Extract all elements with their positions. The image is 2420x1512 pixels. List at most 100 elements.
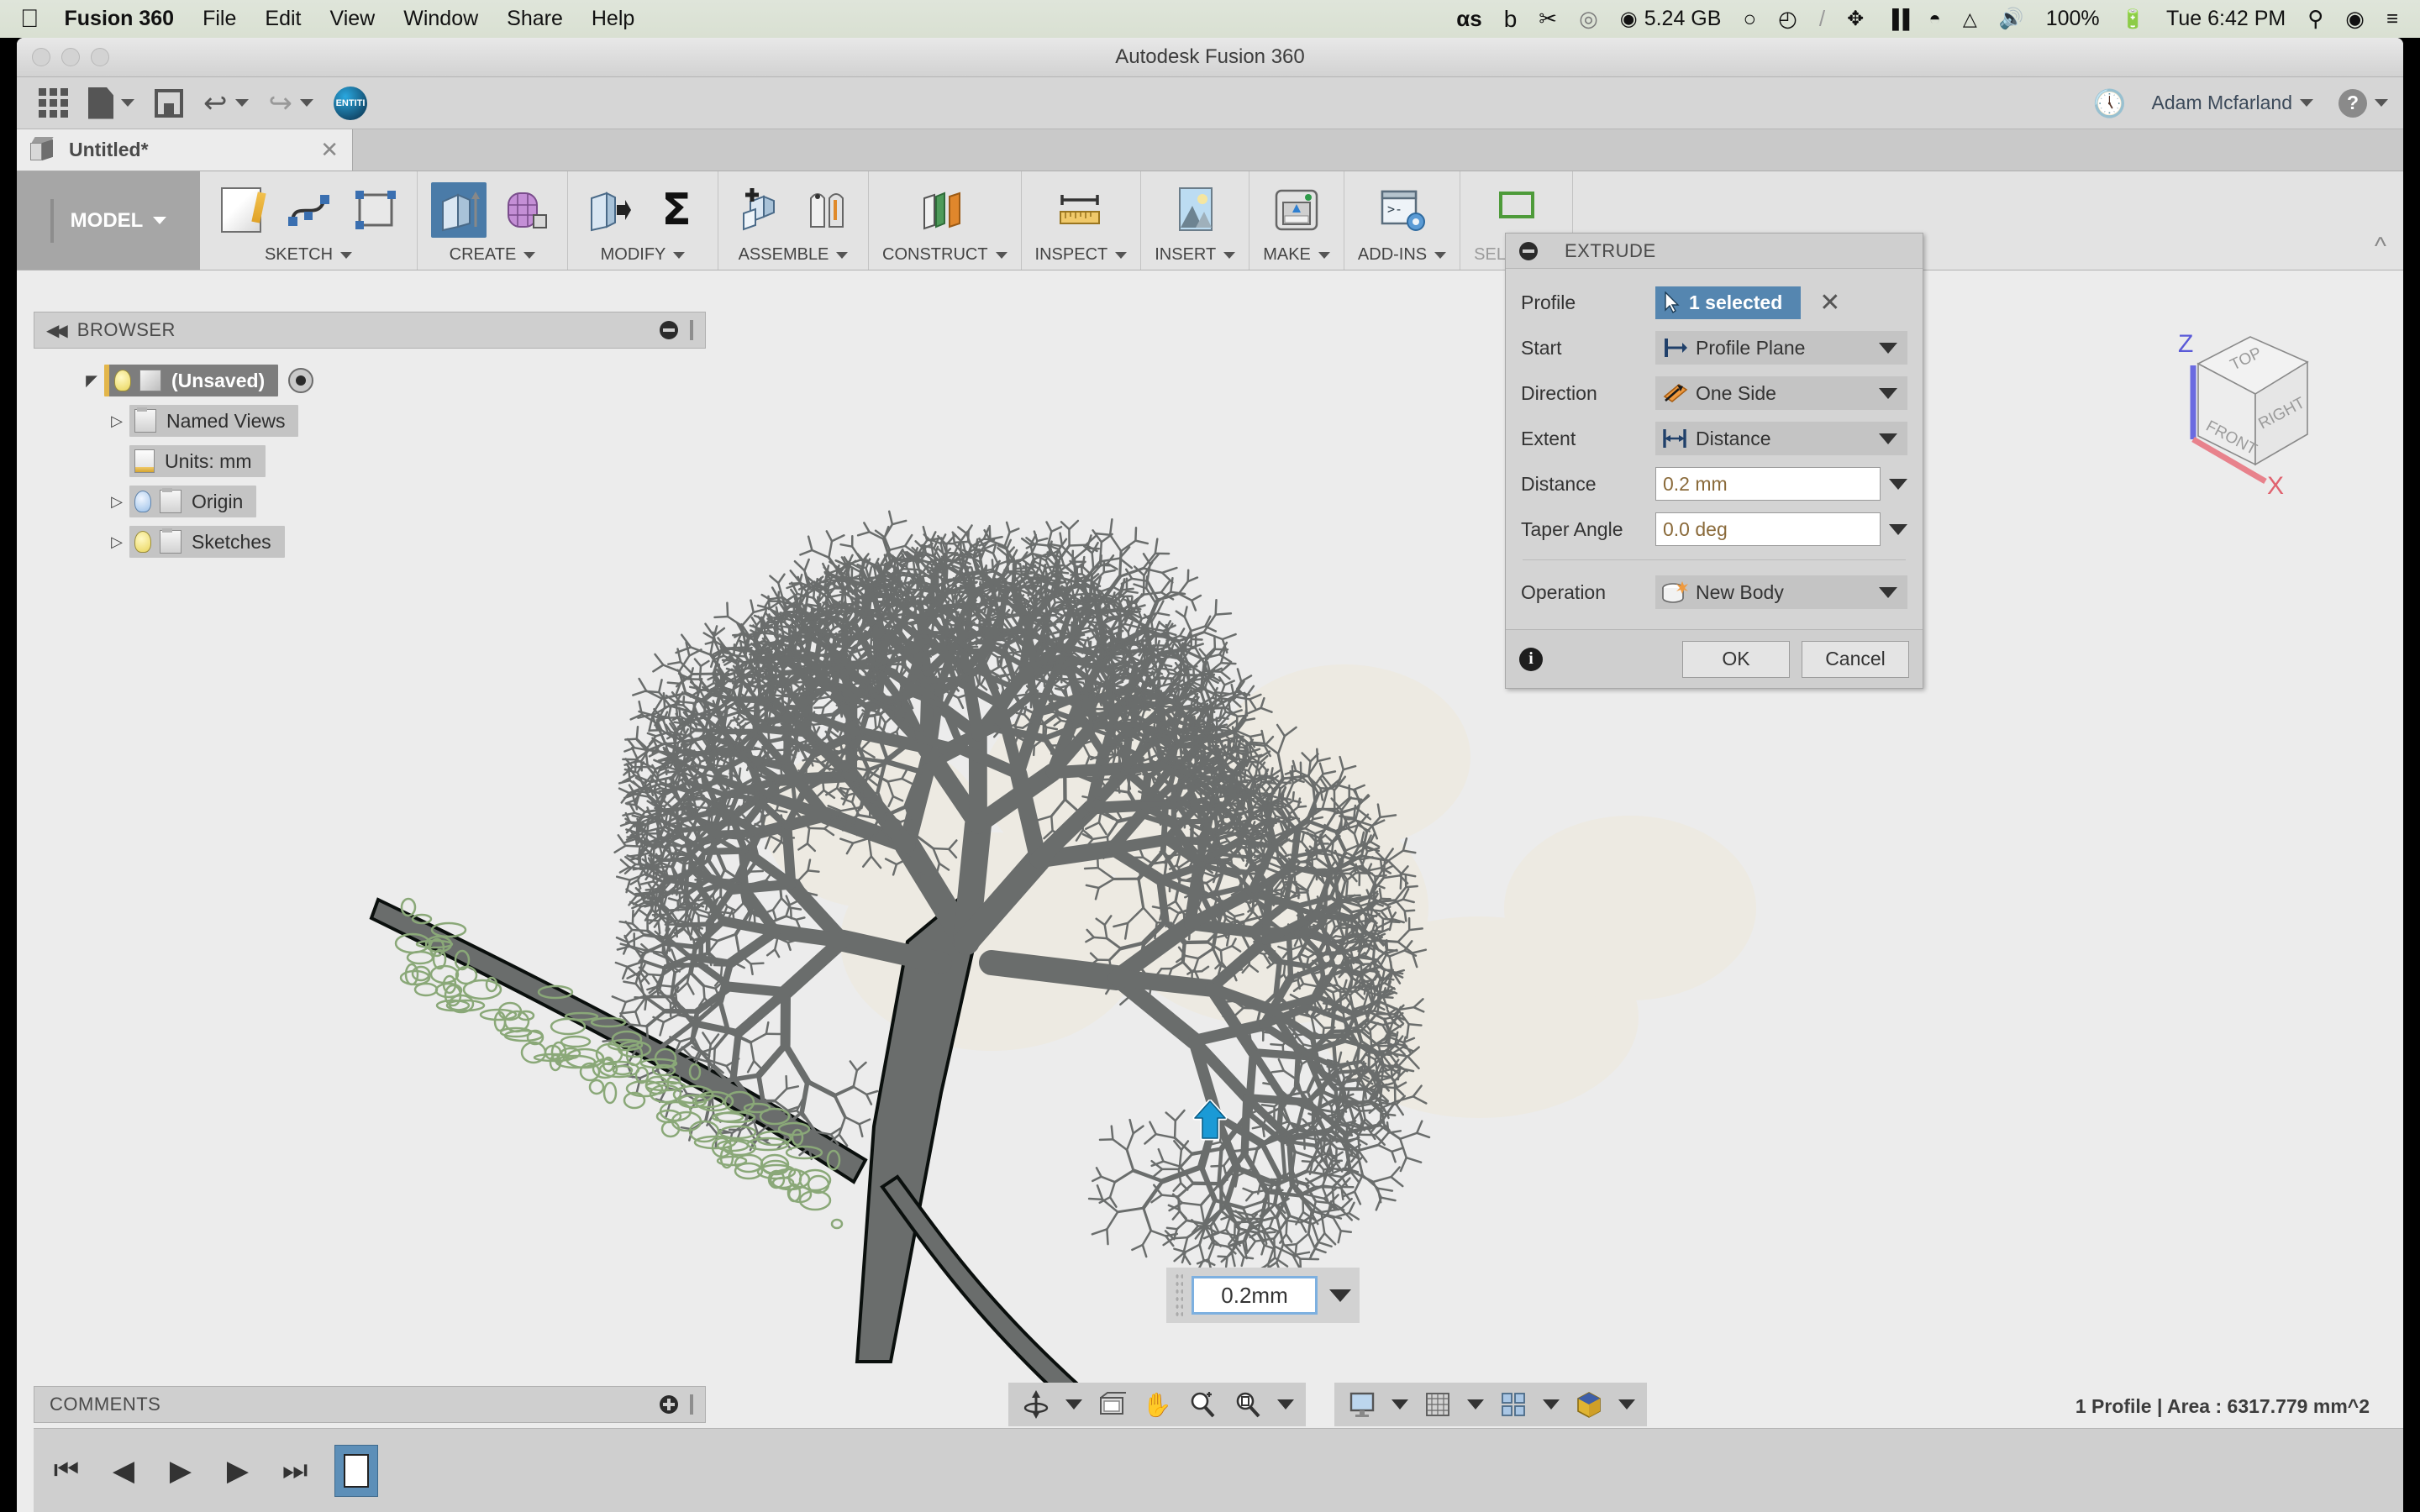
new-component-button[interactable]	[732, 182, 787, 238]
extent-dropdown[interactable]: Distance	[1655, 422, 1907, 455]
insert-canvas-button[interactable]	[1167, 182, 1223, 238]
ribbon-group-label[interactable]: INSERT	[1155, 245, 1236, 265]
airplay-icon[interactable]: △	[1963, 8, 1977, 30]
collapse-ribbon-button[interactable]: ^	[2358, 171, 2403, 270]
extrude-manipulator-arrow[interactable]	[1192, 1100, 1228, 1142]
tree-node-unsaved[interactable]: ◤ (Unsaved)	[34, 360, 706, 401]
ok-button[interactable]: OK	[1682, 640, 1790, 678]
tree-node-sketches[interactable]: ▷ Sketches	[34, 522, 706, 562]
b-icon[interactable]: b	[1504, 6, 1518, 33]
scissors-icon[interactable]: ✂	[1539, 6, 1557, 32]
visibility-lightbulb-icon[interactable]	[114, 370, 131, 391]
extrude-button[interactable]	[431, 182, 487, 238]
disk-usage-status[interactable]: ◉ 5.24 GB	[1620, 7, 1722, 31]
chevron-down-icon[interactable]	[1065, 1399, 1082, 1410]
bluetooth-icon[interactable]: ✥	[1847, 7, 1864, 31]
select-button[interactable]	[1489, 182, 1544, 238]
save-button[interactable]	[145, 81, 193, 126]
os-icon[interactable]: αs	[1456, 6, 1481, 32]
browser-minimize-icon[interactable]	[660, 321, 678, 339]
direction-dropdown[interactable]: One Side	[1655, 376, 1907, 410]
notification-center-icon[interactable]: ≡	[2386, 8, 2398, 31]
redo-button[interactable]: ↪	[259, 81, 324, 126]
job-status-clock-icon[interactable]: 🕔	[2093, 87, 2127, 119]
parameters-button[interactable]: Σ	[649, 182, 704, 238]
swirl-icon[interactable]: ◎	[1579, 6, 1598, 32]
ribbon-group-label[interactable]: ADD-INS	[1358, 245, 1447, 265]
sketch-spline-button[interactable]	[281, 182, 336, 238]
panel-resize-grip[interactable]	[690, 1394, 693, 1415]
menu-share[interactable]: Share	[507, 7, 563, 31]
tree-node-pill[interactable]: Units: mm	[129, 445, 266, 477]
battery-icon[interactable]: 🔋	[2122, 8, 2144, 30]
orbit-icon[interactable]	[1020, 1389, 1052, 1420]
ribbon-group-label[interactable]: CREATE	[450, 245, 536, 265]
tree-node-pill[interactable]: (Unsaved)	[104, 365, 279, 396]
slash-icon[interactable]: /	[1819, 6, 1825, 32]
measure-button[interactable]	[1053, 182, 1108, 238]
cancel-button[interactable]: Cancel	[1802, 640, 1909, 678]
drag-handle-dots[interactable]	[1175, 1273, 1183, 1318]
visibility-lightbulb-icon[interactable]	[134, 531, 151, 553]
timeline-play-button[interactable]: ▶	[163, 1454, 198, 1488]
timeline-step-forward-button[interactable]: ▶	[220, 1454, 255, 1488]
workspace-switcher-model[interactable]: MODEL	[17, 171, 200, 270]
look-at-icon[interactable]	[1096, 1389, 1128, 1420]
profile-selection-badge[interactable]: 1 selected	[1655, 286, 1802, 319]
menu-clock[interactable]: Tue 6:42 PM	[2166, 7, 2286, 31]
grid-snaps-icon[interactable]	[1422, 1389, 1454, 1420]
maximize-window-button[interactable]	[91, 48, 109, 66]
visibility-lightbulb-icon[interactable]	[134, 491, 151, 512]
chevron-down-icon[interactable]	[1329, 1289, 1351, 1302]
component-color-cycling-icon[interactable]	[1573, 1389, 1605, 1420]
menu-window[interactable]: Window	[403, 7, 478, 31]
view-cube[interactable]: Z X TOP FRONT RIGHT	[2143, 322, 2344, 507]
document-tab-untitled[interactable]: Untitled* ✕	[17, 129, 353, 171]
chevron-down-icon[interactable]	[1889, 523, 1907, 535]
close-tab-icon[interactable]: ✕	[320, 137, 339, 163]
menu-file[interactable]: File	[203, 7, 236, 31]
pan-icon[interactable]: ✋	[1141, 1389, 1173, 1420]
tree-node-pill[interactable]: Sketches	[129, 526, 285, 558]
menu-view[interactable]: View	[329, 7, 375, 31]
tree-node-named-views[interactable]: ▷ Named Views	[34, 401, 706, 441]
chevron-down-icon[interactable]	[1618, 1399, 1635, 1410]
file-menu-button[interactable]	[78, 81, 145, 126]
undo-button[interactable]: ↩	[193, 81, 259, 126]
scripts-addins-button[interactable]: >-	[1375, 182, 1430, 238]
account-menu-button[interactable]: Adam Mcfarland	[2152, 92, 2313, 114]
create-form-button[interactable]	[498, 182, 554, 238]
circle-arrow-icon[interactable]: ○	[1743, 6, 1756, 32]
clear-selection-icon[interactable]: ✕	[1819, 288, 1840, 318]
menu-app-name[interactable]: Fusion 360	[65, 7, 175, 31]
battery-bars-icon[interactable]: ▐▐	[1886, 8, 1909, 30]
expand-arrow-icon[interactable]: ▷	[104, 493, 129, 511]
timeline-step-back-button[interactable]: ◀	[106, 1454, 141, 1488]
chevron-down-icon[interactable]	[1467, 1399, 1484, 1410]
help-menu-button[interactable]: ?	[2338, 88, 2388, 118]
ribbon-group-label[interactable]: MODIFY	[601, 245, 686, 265]
3d-print-button[interactable]	[1269, 182, 1324, 238]
siri-icon[interactable]: ◉	[2345, 6, 2365, 32]
distance-value-field[interactable]: 0.2 mm	[1655, 467, 1881, 501]
canvas-dimension-field[interactable]	[1166, 1268, 1360, 1323]
entiti-addin-button[interactable]: ENTITI	[324, 81, 377, 126]
display-settings-icon[interactable]	[1346, 1389, 1378, 1420]
ribbon-group-label[interactable]: INSPECT	[1035, 245, 1128, 265]
start-dropdown[interactable]: Profile Plane	[1655, 331, 1907, 365]
zoom-in-icon[interactable]	[1186, 1389, 1218, 1420]
fit-icon[interactable]	[1232, 1389, 1264, 1420]
chevron-down-icon[interactable]	[1392, 1399, 1408, 1410]
expand-arrow-icon[interactable]: ▷	[104, 412, 129, 430]
sketch-rectangle-button[interactable]	[348, 182, 403, 238]
history-clock-icon[interactable]: ◴	[1778, 6, 1797, 32]
joint-button[interactable]	[799, 182, 855, 238]
wifi-icon[interactable]: ◓	[1928, 8, 1941, 31]
add-comment-icon[interactable]	[660, 1395, 678, 1414]
timeline-go-to-end-button[interactable]: ⏭	[277, 1454, 313, 1487]
comments-panel[interactable]: COMMENTS	[34, 1386, 706, 1423]
construct-plane-button[interactable]	[917, 182, 972, 238]
tree-node-pill[interactable]: Named Views	[129, 405, 299, 437]
distance-input[interactable]	[1192, 1276, 1318, 1315]
battery-percent-text[interactable]: 100%	[2046, 7, 2100, 31]
